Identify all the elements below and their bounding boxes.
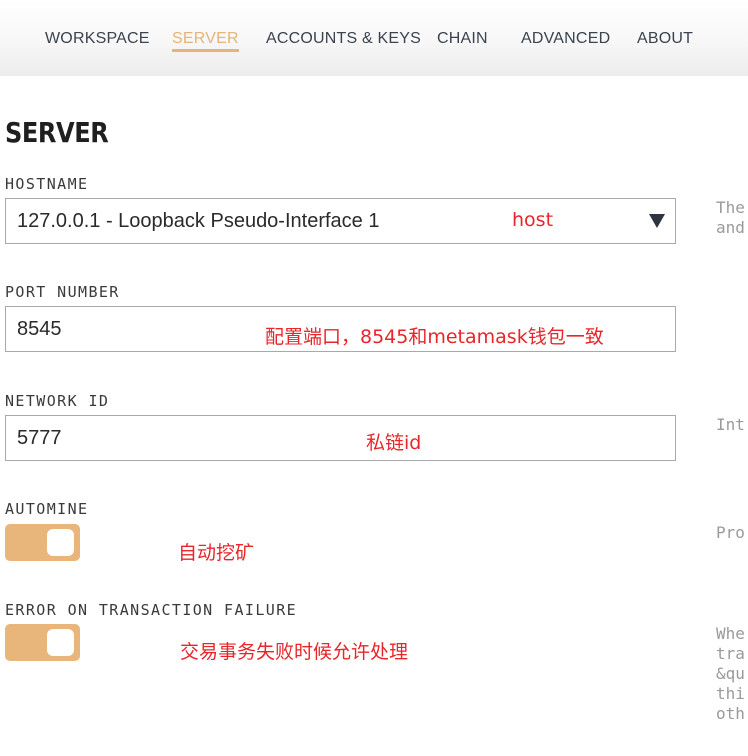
port-number-label: PORT NUMBER	[5, 283, 120, 301]
toggle-knob	[47, 629, 74, 656]
toggle-knob	[47, 529, 74, 556]
error-on-failure-toggle[interactable]	[5, 624, 80, 661]
automine-annotation: 自动挖矿	[178, 542, 255, 564]
network-help-text: Int	[716, 415, 745, 434]
network-id-field[interactable]	[5, 415, 676, 461]
dropdown-arrow-icon	[649, 214, 665, 228]
network-id-label: NETWORK ID	[5, 392, 110, 410]
error-on-failure-label: ERROR ON TRANSACTION FAILURE	[5, 601, 298, 619]
hostname-selected-value: 127.0.0.1 - Loopback Pseudo-Interface 1	[17, 210, 380, 232]
nav-tab-server[interactable]: SERVER	[172, 30, 239, 52]
automine-label: AUTOMINE	[5, 500, 89, 518]
automine-help-text: Pro	[716, 523, 745, 542]
hostname-label: HOSTNAME	[5, 175, 89, 193]
nav-tab-chain[interactable]: CHAIN	[437, 30, 488, 50]
page-title: SERVER	[5, 116, 109, 149]
port-annotation: 配置端口，8545和metamask钱包一致	[265, 326, 604, 348]
error-on-failure-annotation: 交易事务失败时候允许处理	[180, 641, 409, 663]
hostname-help-text: The and	[716, 198, 745, 237]
nav-tab-advanced[interactable]: ADVANCED	[521, 30, 610, 50]
port-number-input[interactable]	[17, 307, 247, 352]
network-annotation: 私链id	[366, 432, 422, 454]
top-navigation: WORKSPACE SERVER ACCOUNTS & KEYS CHAIN A…	[0, 0, 748, 76]
hostname-annotation: host	[512, 209, 554, 231]
nav-tab-accounts-keys[interactable]: ACCOUNTS & KEYS	[266, 30, 421, 50]
error-on-failure-help-text: Whe tra &qu thi oth	[716, 624, 745, 723]
nav-tab-workspace[interactable]: WORKSPACE	[45, 30, 150, 50]
network-id-input[interactable]	[17, 416, 247, 461]
hostname-select[interactable]: 127.0.0.1 - Loopback Pseudo-Interface 1	[5, 198, 676, 244]
nav-tab-about[interactable]: ABOUT	[637, 30, 693, 50]
automine-toggle[interactable]	[5, 524, 80, 561]
